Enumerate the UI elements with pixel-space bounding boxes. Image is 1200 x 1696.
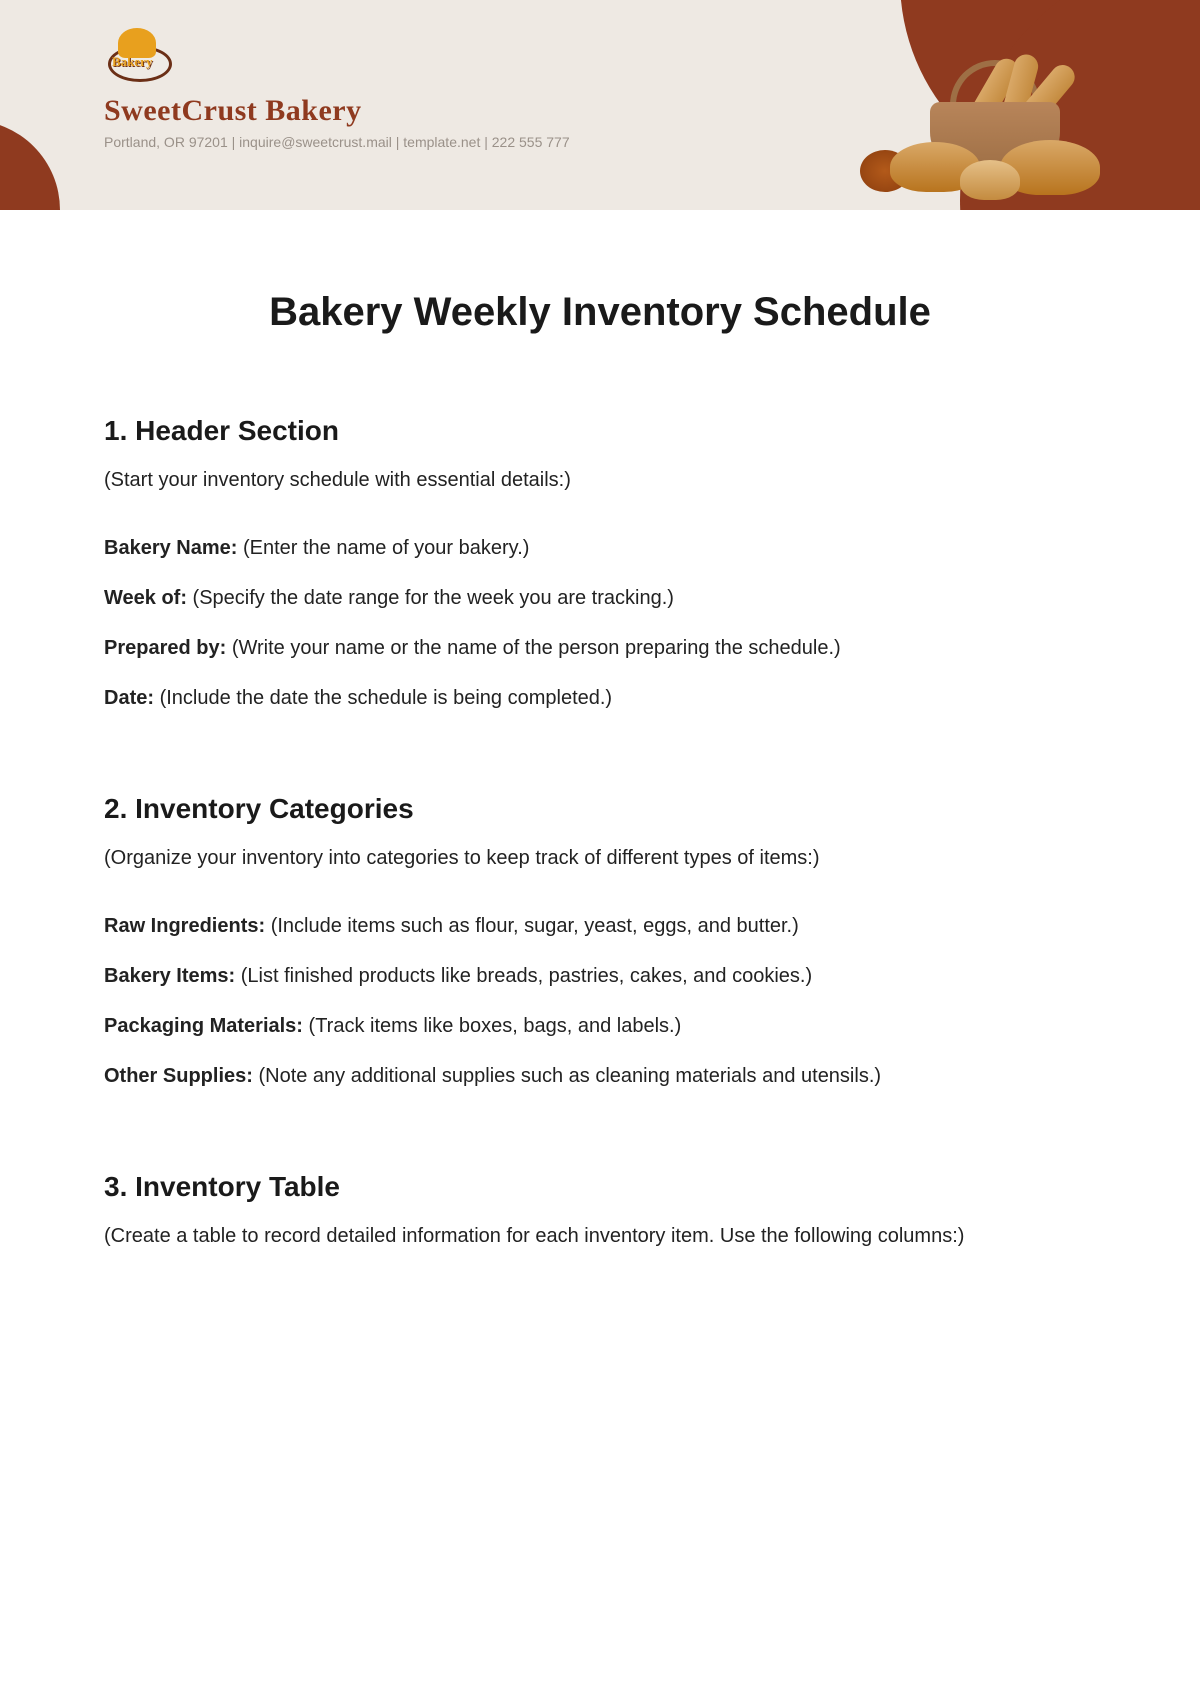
section-intro: (Organize your inventory into categories… bbox=[104, 843, 1096, 873]
letterhead: Bakery SweetCrust Bakery Portland, OR 97… bbox=[0, 0, 1200, 210]
bakery-logo-icon: Bakery bbox=[104, 28, 180, 86]
field-value: (Write your name or the name of the pers… bbox=[232, 637, 841, 659]
field-value: (Include the date the schedule is being … bbox=[160, 687, 613, 709]
document-body: Bakery Weekly Inventory Schedule 1. Head… bbox=[0, 210, 1200, 1251]
field-label: Raw Ingredients: bbox=[104, 915, 265, 937]
bread-basket-image bbox=[870, 40, 1130, 200]
section-intro: (Start your inventory schedule with esse… bbox=[104, 465, 1096, 495]
logo-text: Bakery bbox=[112, 54, 152, 70]
section-intro: (Create a table to record detailed infor… bbox=[104, 1221, 1096, 1251]
field-value: (List finished products like breads, pas… bbox=[241, 965, 812, 987]
document-title: Bakery Weekly Inventory Schedule bbox=[104, 290, 1096, 335]
brand-subline: Portland, OR 97201 | inquire@sweetcrust.… bbox=[104, 134, 570, 150]
section-heading: 2. Inventory Categories bbox=[104, 793, 1096, 825]
field-label: Date: bbox=[104, 687, 154, 709]
field-value: (Include items such as flour, sugar, yea… bbox=[271, 915, 799, 937]
decor-circle-left bbox=[0, 120, 60, 210]
section-heading: 1. Header Section bbox=[104, 415, 1096, 447]
field-line: Week of: (Specify the date range for the… bbox=[104, 583, 1096, 613]
field-value: (Track items like boxes, bags, and label… bbox=[309, 1015, 682, 1037]
field-label: Bakery Items: bbox=[104, 965, 235, 987]
field-label: Packaging Materials: bbox=[104, 1015, 303, 1037]
field-line: Other Supplies: (Note any additional sup… bbox=[104, 1061, 1096, 1091]
field-line: Bakery Items: (List finished products li… bbox=[104, 961, 1096, 991]
field-line: Raw Ingredients: (Include items such as … bbox=[104, 911, 1096, 941]
brand-block: Bakery SweetCrust Bakery Portland, OR 97… bbox=[104, 28, 570, 150]
field-label: Prepared by: bbox=[104, 637, 226, 659]
brand-name: SweetCrust Bakery bbox=[104, 94, 570, 128]
field-line: Packaging Materials: (Track items like b… bbox=[104, 1011, 1096, 1041]
field-line: Prepared by: (Write your name or the nam… bbox=[104, 633, 1096, 663]
field-line: Bakery Name: (Enter the name of your bak… bbox=[104, 533, 1096, 563]
field-line: Date: (Include the date the schedule is … bbox=[104, 683, 1096, 713]
field-value: (Enter the name of your bakery.) bbox=[243, 537, 529, 559]
field-label: Week of: bbox=[104, 587, 187, 609]
field-label: Bakery Name: bbox=[104, 537, 237, 559]
section-heading: 3. Inventory Table bbox=[104, 1171, 1096, 1203]
field-label: Other Supplies: bbox=[104, 1065, 253, 1087]
field-value: (Note any additional supplies such as cl… bbox=[258, 1065, 881, 1087]
field-value: (Specify the date range for the week you… bbox=[193, 587, 674, 609]
